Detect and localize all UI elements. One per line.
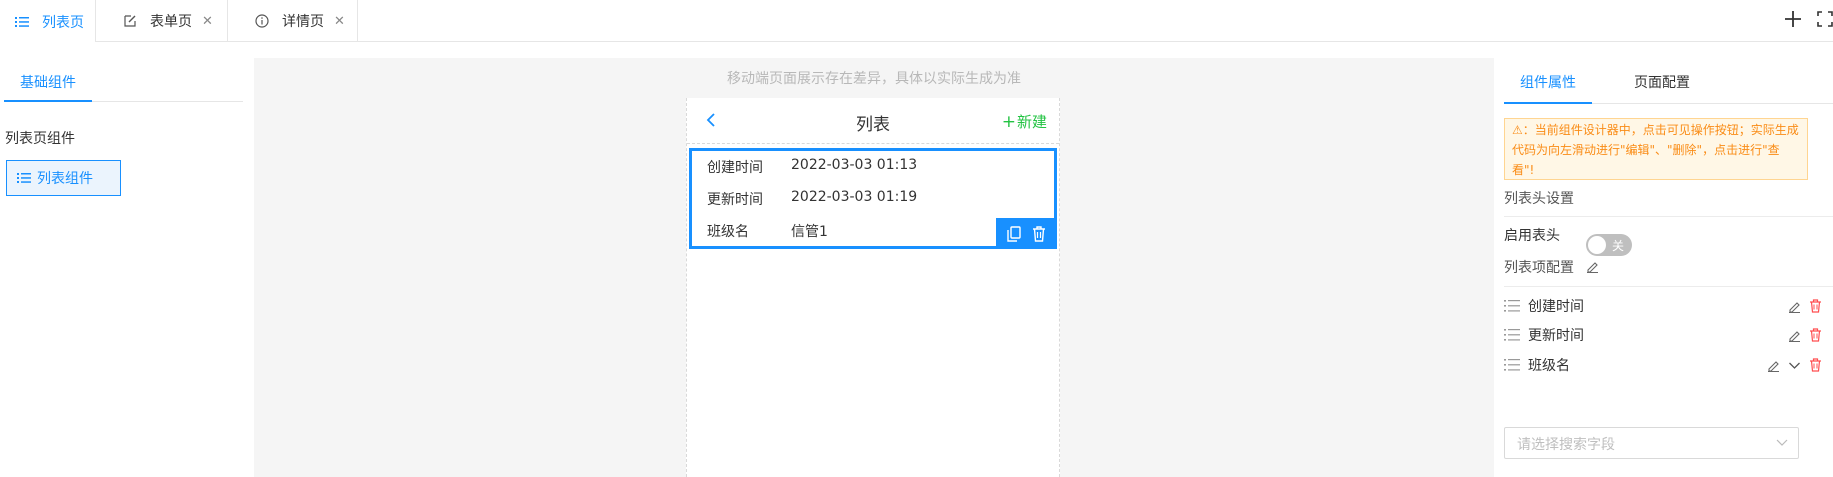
- field-label: 更新时间: [707, 192, 763, 208]
- switch-knob: [1588, 236, 1606, 254]
- mobile-header: 列表 + 新建: [687, 98, 1059, 144]
- tab-label: 列表页: [42, 14, 84, 31]
- delete-icon[interactable]: [1809, 328, 1822, 342]
- canvas-note: 移动端页面展示存在差异，具体以实际生成为准: [727, 71, 1021, 87]
- component-label: 列表组件: [37, 171, 93, 187]
- section-heading: 列表页组件: [5, 131, 75, 147]
- design-canvas: 移动端页面展示存在差异，具体以实际生成为准 列表 + 新建 创建时间 2022-…: [254, 58, 1494, 477]
- tab-label: 详情页: [282, 14, 324, 30]
- divider: [1504, 216, 1833, 217]
- enable-header-label: 启用表头: [1504, 228, 1560, 244]
- field-value: 信管1: [791, 224, 828, 240]
- divider: [1504, 286, 1833, 287]
- active-tab-indicator: [1504, 102, 1592, 104]
- info-icon: [254, 13, 270, 29]
- plus-icon: +: [1001, 111, 1016, 132]
- tab-label: 表单页: [150, 14, 192, 30]
- list-card-row: 班级名 信管1: [707, 221, 828, 241]
- delete-icon[interactable]: [1809, 299, 1822, 313]
- edit-icon[interactable]: [1767, 359, 1780, 372]
- delete-icon[interactable]: [1809, 358, 1822, 372]
- tab-detail-page[interactable]: 详情页 ✕: [240, 0, 358, 42]
- chevron-down-icon: [1776, 436, 1788, 452]
- edit-icon[interactable]: [1788, 300, 1801, 313]
- new-button-label: 新建: [1016, 113, 1047, 131]
- select-placeholder: 请选择搜索字段: [1517, 437, 1615, 453]
- list-card-row: 更新时间 2022-03-03 01:19: [707, 189, 917, 209]
- list-icon: [17, 172, 31, 184]
- tab-page-config[interactable]: 页面配置: [1634, 72, 1690, 92]
- list-item-config-title: 列表项配置: [1504, 257, 1599, 277]
- search-field-select[interactable]: 请选择搜索字段: [1504, 427, 1799, 459]
- list-item-config-row: 创建时间: [1504, 296, 1822, 316]
- tab-form-page[interactable]: 表单页 ✕: [108, 0, 228, 42]
- drag-handle-icon[interactable]: [1504, 359, 1522, 371]
- warning-notice: ⚠：当前组件设计器中，点击可见操作按钮；实际生成代码为向左滑动进行"编辑"、"删…: [1504, 118, 1808, 180]
- properties-tabs: 组件属性 页面配置: [1504, 60, 1833, 104]
- list-item-name: 班级名: [1528, 358, 1570, 374]
- mobile-preview: 列表 + 新建 创建时间 2022-03-03 01:13 更新时间 2022-…: [686, 98, 1060, 477]
- list-icon: [14, 14, 30, 30]
- page-tab-bar: 列表页 表单页 ✕ 详情页 ✕: [0, 0, 1833, 43]
- card-toolbar: [996, 218, 1057, 249]
- field-label: 创建时间: [707, 160, 763, 176]
- new-button[interactable]: + 新建: [1002, 111, 1047, 132]
- chevron-down-icon[interactable]: [1788, 359, 1801, 372]
- list-item-config-row: 更新时间: [1504, 325, 1822, 345]
- component-panel: 基础组件 列表页组件 列表组件: [0, 42, 254, 477]
- list-card-row: 创建时间 2022-03-03 01:13: [707, 157, 917, 177]
- enable-header-switch[interactable]: 关: [1586, 234, 1632, 256]
- list-item-config-label: 列表项配置: [1504, 260, 1574, 276]
- list-component-item[interactable]: 列表组件: [6, 160, 121, 196]
- edit-icon[interactable]: [1788, 329, 1801, 342]
- delete-icon[interactable]: [1032, 225, 1046, 242]
- close-icon[interactable]: ✕: [334, 14, 345, 29]
- edit-icon: [122, 13, 138, 29]
- edit-icon[interactable]: [1586, 260, 1599, 277]
- copy-icon[interactable]: [1007, 225, 1021, 242]
- header-settings-title: 列表头设置: [1504, 191, 1574, 207]
- fullscreen-icon[interactable]: [1812, 6, 1833, 32]
- tab-basic-components[interactable]: 基础组件: [4, 60, 243, 102]
- list-item-config-row: 班级名: [1504, 355, 1822, 375]
- field-value: 2022-03-03 01:13: [791, 157, 918, 173]
- drag-handle-icon[interactable]: [1504, 329, 1522, 341]
- add-tab-icon[interactable]: [1780, 6, 1806, 32]
- active-tab-indicator: [4, 100, 92, 102]
- list-item-name: 更新时间: [1528, 328, 1584, 344]
- field-value: 2022-03-03 01:19: [791, 189, 918, 205]
- properties-panel: 组件属性 页面配置 ⚠：当前组件设计器中，点击可见操作按钮；实际生成代码为向左滑…: [1494, 42, 1833, 477]
- list-card[interactable]: 创建时间 2022-03-03 01:13 更新时间 2022-03-03 01…: [689, 148, 1057, 249]
- field-label: 班级名: [707, 224, 749, 240]
- tab-label: 基础组件: [20, 75, 76, 91]
- close-icon[interactable]: ✕: [202, 14, 213, 29]
- tab-list-page[interactable]: 列表页: [0, 0, 96, 43]
- switch-text: 关: [1611, 239, 1624, 253]
- list-item-name: 创建时间: [1528, 299, 1584, 315]
- tab-component-props[interactable]: 组件属性: [1520, 72, 1576, 92]
- app-root: 列表页 表单页 ✕ 详情页 ✕ 基础组件 列表页组件 列表组件 移动端页面展示存…: [0, 0, 1833, 477]
- drag-handle-icon[interactable]: [1504, 300, 1522, 312]
